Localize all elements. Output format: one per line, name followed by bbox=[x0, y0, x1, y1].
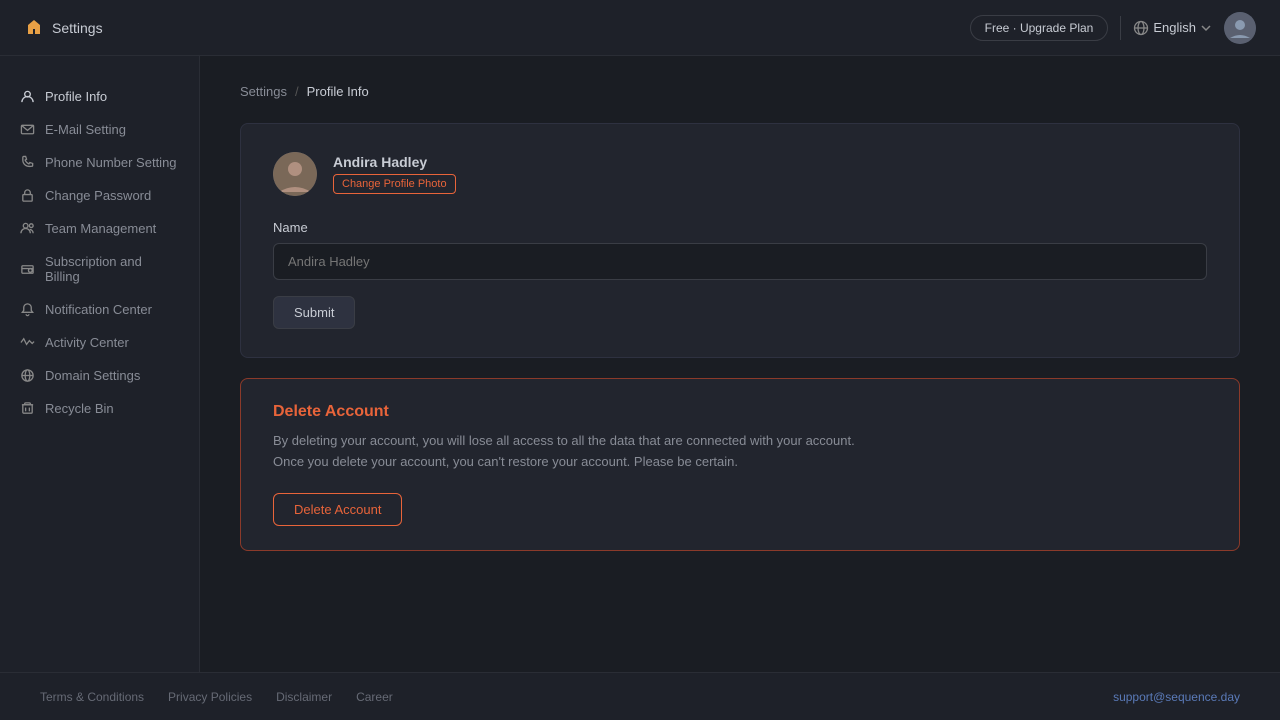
footer-link-privacy[interactable]: Privacy Policies bbox=[168, 690, 252, 704]
sidebar-item-team-management[interactable]: Team Management bbox=[0, 212, 199, 245]
sidebar-item-subscription-billing[interactable]: Subscription and Billing bbox=[0, 245, 199, 293]
sidebar-item-recycle-bin[interactable]: Recycle Bin bbox=[0, 392, 199, 425]
sidebar-label-activity-center: Activity Center bbox=[45, 335, 129, 350]
footer-link-career[interactable]: Career bbox=[356, 690, 393, 704]
chevron-down-icon bbox=[1200, 22, 1212, 34]
breadcrumb-settings[interactable]: Settings bbox=[240, 84, 287, 99]
logo-icon bbox=[24, 18, 44, 38]
breadcrumb-separator: / bbox=[295, 84, 299, 99]
sidebar-label-team-management: Team Management bbox=[45, 221, 156, 236]
user-icon bbox=[20, 89, 35, 104]
sidebar-label-recycle-bin: Recycle Bin bbox=[45, 401, 114, 416]
sidebar-label-change-password: Change Password bbox=[45, 188, 151, 203]
name-field-label: Name bbox=[273, 220, 1207, 235]
topbar-divider bbox=[1120, 16, 1121, 40]
submit-button[interactable]: Submit bbox=[273, 296, 355, 329]
sidebar-item-profile-info[interactable]: Profile Info bbox=[0, 80, 199, 113]
footer-links: Terms & Conditions Privacy Policies Disc… bbox=[40, 690, 393, 704]
sidebar-label-notification-center: Notification Center bbox=[45, 302, 152, 317]
upgrade-button[interactable]: Free · Upgrade Plan bbox=[970, 15, 1109, 41]
sidebar-item-notification-center[interactable]: Notification Center bbox=[0, 293, 199, 326]
topbar-right: Free · Upgrade Plan English bbox=[970, 12, 1256, 44]
sidebar-spacer bbox=[0, 425, 199, 665]
domain-icon bbox=[20, 368, 35, 383]
footer-support-email[interactable]: support@sequence.day bbox=[1113, 690, 1240, 704]
sidebar-label-email-setting: E-Mail Setting bbox=[45, 122, 126, 137]
avatar-svg bbox=[273, 152, 317, 196]
footer: Terms & Conditions Privacy Policies Disc… bbox=[0, 672, 1280, 720]
mail-icon bbox=[20, 122, 35, 137]
sidebar-label-domain-settings: Domain Settings bbox=[45, 368, 140, 383]
phone-icon bbox=[20, 155, 35, 170]
sidebar-item-phone-setting[interactable]: Phone Number Setting bbox=[0, 146, 199, 179]
avatar-image bbox=[273, 152, 317, 196]
bell-icon bbox=[20, 302, 35, 317]
sidebar-label-profile-info: Profile Info bbox=[45, 89, 107, 104]
footer-link-terms[interactable]: Terms & Conditions bbox=[40, 690, 144, 704]
activity-icon bbox=[20, 335, 35, 350]
language-selector[interactable]: English bbox=[1133, 20, 1212, 36]
user-avatar[interactable] bbox=[1224, 12, 1256, 44]
topbar-left: Settings bbox=[24, 18, 103, 38]
sidebar-item-activity-center[interactable]: Activity Center bbox=[0, 326, 199, 359]
sidebar: Profile Info E-Mail Setting Phone Number… bbox=[0, 56, 200, 720]
profile-info-text: Andira Hadley Change Profile Photo bbox=[333, 154, 456, 194]
breadcrumb: Settings / Profile Info bbox=[240, 84, 1240, 99]
trash-icon bbox=[20, 401, 35, 416]
sidebar-item-email-setting[interactable]: E-Mail Setting bbox=[0, 113, 199, 146]
billing-icon bbox=[20, 262, 35, 277]
name-input[interactable] bbox=[273, 243, 1207, 280]
lock-icon bbox=[20, 188, 35, 203]
delete-account-card: Delete Account By deleting your account,… bbox=[240, 378, 1240, 551]
topbar: Settings Free · Upgrade Plan English bbox=[0, 0, 1280, 56]
profile-info-card: Andira Hadley Change Profile Photo Name … bbox=[240, 123, 1240, 358]
language-label: English bbox=[1153, 20, 1196, 35]
globe-icon bbox=[1133, 20, 1149, 36]
profile-header: Andira Hadley Change Profile Photo bbox=[273, 152, 1207, 196]
sidebar-label-subscription-billing: Subscription and Billing bbox=[45, 254, 179, 284]
sidebar-item-change-password[interactable]: Change Password bbox=[0, 179, 199, 212]
delete-account-description: By deleting your account, you will lose … bbox=[273, 431, 863, 473]
footer-link-disclaimer[interactable]: Disclaimer bbox=[276, 690, 332, 704]
change-photo-button[interactable]: Change Profile Photo bbox=[333, 174, 456, 194]
avatar-icon bbox=[1224, 12, 1256, 44]
delete-account-title: Delete Account bbox=[273, 403, 1207, 421]
users-icon bbox=[20, 221, 35, 236]
breadcrumb-current: Profile Info bbox=[307, 84, 369, 99]
profile-avatar bbox=[273, 152, 317, 196]
delete-account-button[interactable]: Delete Account bbox=[273, 493, 402, 526]
main-layout: Profile Info E-Mail Setting Phone Number… bbox=[0, 56, 1280, 720]
sidebar-label-phone-setting: Phone Number Setting bbox=[45, 155, 177, 170]
profile-name: Andira Hadley bbox=[333, 154, 456, 170]
content-area: Settings / Profile Info Andira Hadl bbox=[200, 56, 1280, 720]
sidebar-item-domain-settings[interactable]: Domain Settings bbox=[0, 359, 199, 392]
topbar-title: Settings bbox=[52, 20, 103, 36]
